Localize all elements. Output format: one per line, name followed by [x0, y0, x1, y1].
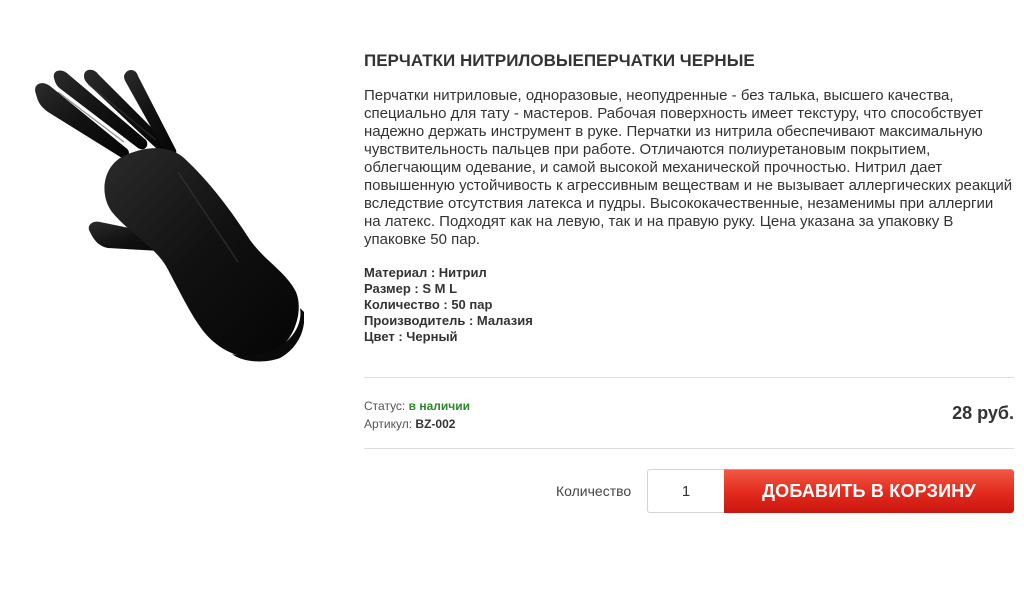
quantity-input[interactable]	[647, 469, 724, 513]
product-info: ПЕРЧАТКИ НИТРИЛОВЫЕПЕРЧАТКИ ЧЕРНЫЕ Перча…	[364, 50, 1014, 345]
product-page: ПЕРЧАТКИ НИТРИЛОВЫЕПЕРЧАТКИ ЧЕРНЫЕ Перча…	[0, 0, 1024, 598]
spec-color: Цвет : Черный	[364, 329, 458, 344]
spec-manufacturer: Производитель : Малазия	[364, 313, 533, 328]
sku-value: BZ-002	[415, 417, 456, 431]
product-image[interactable]	[28, 62, 304, 362]
divider-top	[364, 377, 1014, 378]
glove-icon	[35, 69, 304, 362]
status-label: Статус:	[364, 399, 406, 413]
add-to-cart-button[interactable]: ДОБАВИТЬ В КОРЗИНУ	[724, 469, 1014, 513]
sku-label: Артикул:	[364, 417, 413, 431]
spec-size: Размер : S M L	[364, 281, 458, 296]
product-title: ПЕРЧАТКИ НИТРИЛОВЫЕПЕРЧАТКИ ЧЕРНЫЕ	[364, 51, 755, 70]
spec-material: Материал : Нитрил	[364, 265, 487, 280]
product-price: 28 руб.	[952, 403, 1014, 423]
quantity-label: Количество	[556, 483, 632, 499]
product-meta: Статус: в наличии Артикул: BZ-002	[364, 397, 470, 433]
product-specs: Материал : Нитрил Размер : S M L Количес…	[364, 265, 1014, 345]
status-row: Статус: в наличии	[364, 397, 470, 415]
status-badge: в наличии	[408, 399, 470, 413]
spec-quantity: Количество : 50 пар	[364, 297, 493, 312]
sku-row: Артикул: BZ-002	[364, 415, 470, 433]
divider-bottom	[364, 448, 1014, 449]
product-description: Перчатки нитриловые, одноразовые, неопуд…	[364, 87, 1013, 248]
